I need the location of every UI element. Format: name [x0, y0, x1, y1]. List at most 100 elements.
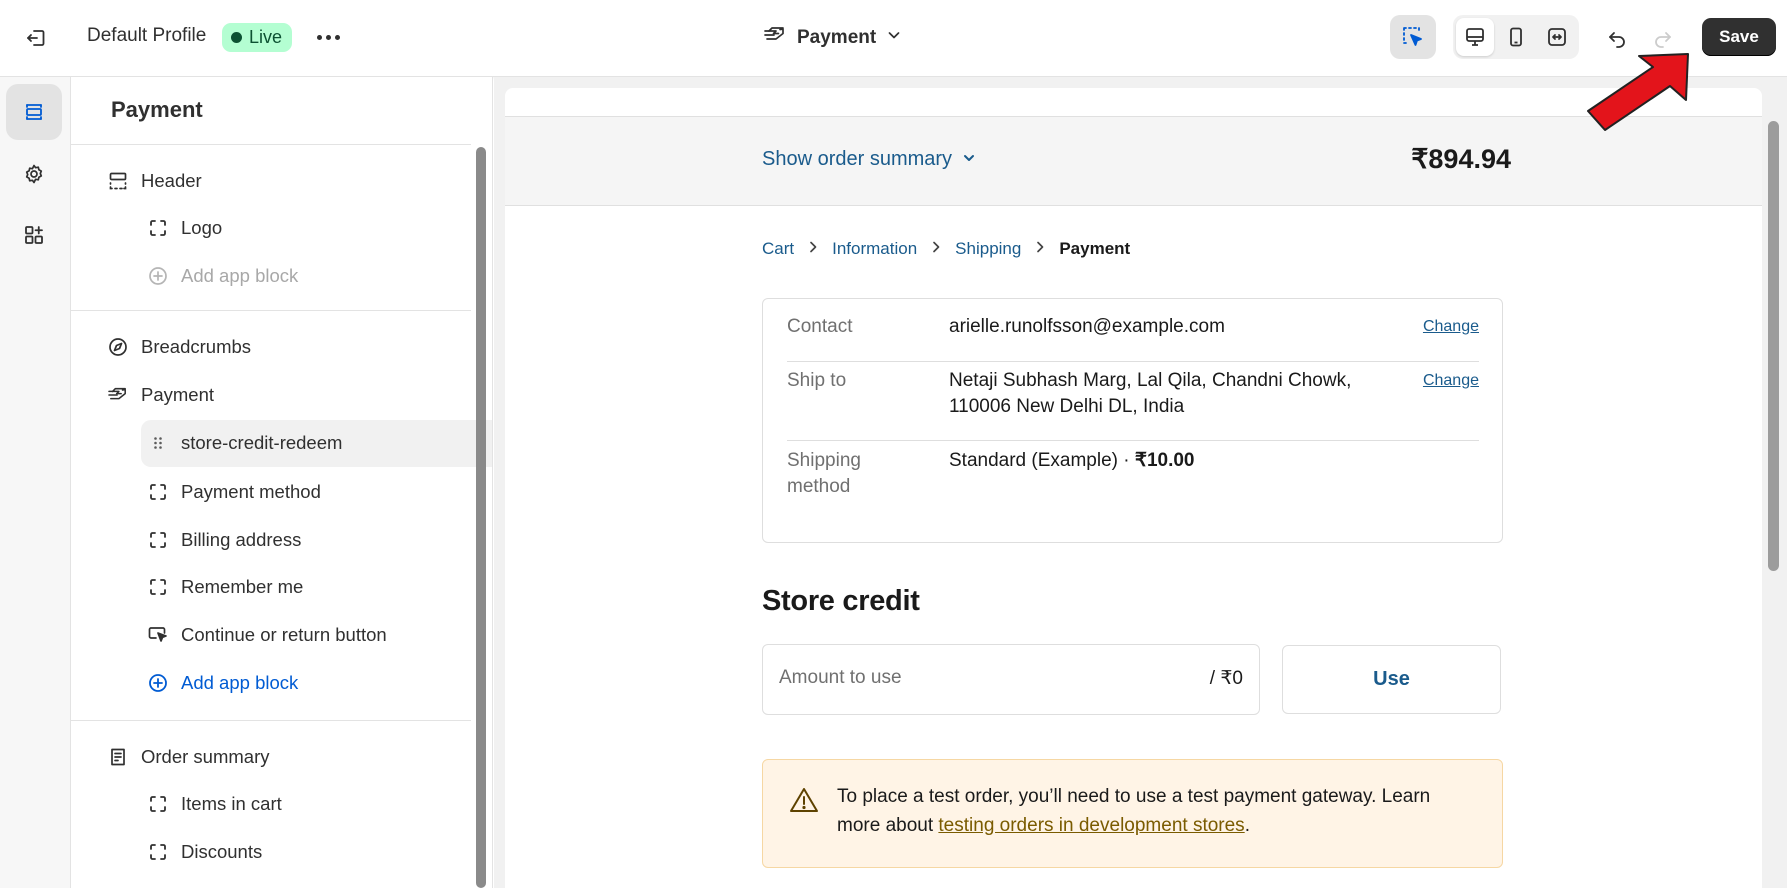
preview-scrollbar[interactable]: [1768, 121, 1779, 571]
payment-icon: [107, 384, 129, 406]
desktop-icon[interactable]: [1456, 18, 1494, 56]
warning-text-end: .: [1244, 815, 1250, 836]
page-selector-label: Payment: [797, 27, 877, 48]
shipping-method-name: Standard (Example) ·: [949, 450, 1135, 471]
plus-circle-icon: [147, 672, 169, 694]
review-label-line2: method: [787, 476, 851, 497]
payment-icon: [763, 25, 787, 51]
annotation-arrow-icon: [1587, 53, 1689, 131]
device-toggle-group: [1453, 15, 1579, 59]
sidebar-item-breadcrumbs[interactable]: Breadcrumbs: [107, 327, 251, 367]
sidebar-item-label: Billing address: [181, 529, 302, 550]
theme-profile-name: Default Profile: [87, 25, 207, 46]
block-icon: [147, 841, 169, 863]
review-label: Ship to: [787, 370, 847, 391]
sidebar-item-logo[interactable]: Logo: [147, 208, 222, 248]
page-selector[interactable]: Payment: [763, 22, 902, 54]
sidebar-item-label: Order summary: [141, 746, 270, 767]
divider: [787, 361, 1479, 362]
gear-icon[interactable]: [6, 146, 62, 202]
receipt-icon: [107, 746, 129, 768]
sections-icon[interactable]: [6, 84, 62, 140]
add-app-block-label: Add app block: [181, 672, 299, 693]
sidebar-item-remember-me[interactable]: Remember me: [147, 567, 303, 607]
sidebar-scrollbar[interactable]: [476, 147, 486, 888]
sidebar-item-continue-button[interactable]: Continue or return button: [147, 615, 387, 655]
change-contact-link[interactable]: Change: [1423, 312, 1479, 342]
sidebar-item-label: Header: [141, 170, 202, 191]
block-icon: [147, 793, 169, 815]
drag-handle-icon[interactable]: [151, 432, 165, 454]
block-icon: [147, 481, 169, 503]
mobile-icon[interactable]: [1497, 18, 1535, 56]
testing-orders-link[interactable]: testing orders in development stores: [938, 815, 1244, 836]
add-app-block-button[interactable]: Add app block: [147, 663, 298, 703]
breadcrumb-cart[interactable]: Cart: [762, 239, 794, 259]
sidebar-item-label: Payment method: [181, 481, 321, 502]
store-credit-title: Store credit: [762, 585, 920, 617]
breadcrumb-information[interactable]: Information: [832, 239, 917, 259]
sidebar-item-label: Continue or return button: [181, 624, 387, 645]
plus-circle-icon: [147, 265, 169, 287]
divider: [787, 440, 1479, 441]
order-summary-bar: Show order summary ₹894.94: [505, 116, 1762, 206]
review-row-ship-to: Ship to Netaji Subhash Marg, Lal Qila, C…: [787, 366, 1479, 426]
expand-icon[interactable]: [1538, 18, 1576, 56]
sidebar-item-order-summary[interactable]: Order summary: [107, 737, 270, 777]
review-row-shipping-method: Shipping method Standard (Example) · ₹10…: [787, 446, 1479, 506]
sidebar-item-discounts[interactable]: Discounts: [147, 832, 262, 872]
warning-icon: [789, 786, 819, 819]
more-horizontal-icon[interactable]: [313, 24, 343, 50]
chevron-right-icon: [931, 240, 941, 259]
sidebar-item-header[interactable]: Header: [107, 161, 202, 201]
breadcrumb-shipping[interactable]: Shipping: [955, 239, 1021, 259]
block-icon: [147, 217, 169, 239]
sidebar-item-items-in-cart[interactable]: Items in cart: [147, 784, 282, 824]
add-app-block-button[interactable]: Add app block: [147, 256, 298, 296]
sidebar-item-label: Logo: [181, 217, 223, 238]
sidebar-item-label: Breadcrumbs: [141, 336, 252, 357]
sidebar-item-payment-method[interactable]: Payment method: [147, 472, 321, 512]
select-cursor-icon[interactable]: [1390, 15, 1436, 59]
review-value: arielle.runolfsson@example.com: [949, 316, 1225, 337]
sidebar-item-label: Remember me: [181, 576, 304, 597]
show-order-summary-toggle[interactable]: Show order summary: [762, 148, 976, 171]
shipping-method-price: ₹10.00: [1134, 450, 1195, 471]
store-credit-amount-input[interactable]: Amount to use / ₹0: [762, 644, 1260, 715]
status-badge-label: Live: [249, 27, 283, 47]
checkout-page: Show order summary ₹894.94 Cart Informat…: [505, 88, 1762, 888]
sidebar-item-payment[interactable]: Payment: [107, 375, 214, 415]
divider: [71, 720, 471, 721]
chevron-down-icon: [962, 148, 976, 171]
store-credit-placeholder: Amount to use: [779, 667, 902, 688]
sidebar-item-label: Items in cart: [181, 793, 282, 814]
review-value-line2: 110006 New Delhi DL, India: [949, 396, 1185, 417]
breadcrumb-payment: Payment: [1059, 239, 1131, 258]
review-block: Contact arielle.runolfsson@example.com C…: [762, 298, 1503, 543]
chevron-right-icon: [1035, 240, 1045, 259]
block-icon: [147, 576, 169, 598]
review-value: Standard (Example) · ₹10.00: [949, 446, 1389, 476]
top-bar: Default Profile Live Payment Save: [0, 0, 1787, 77]
store-credit-balance: / ₹0: [1209, 668, 1243, 689]
sidebar-item-label: Discounts: [181, 841, 263, 862]
sidebar-item-billing-address[interactable]: Billing address: [147, 520, 301, 560]
change-ship-to-link[interactable]: Change: [1423, 366, 1479, 396]
apps-icon[interactable]: [6, 207, 62, 263]
sidebar-item-label: store-credit-redeem: [181, 432, 343, 453]
order-total: ₹894.94: [1411, 144, 1511, 174]
breadcrumb: Cart Information Shipping Payment: [762, 239, 1130, 259]
chevron-right-icon: [808, 240, 818, 259]
sidebar-item-store-credit-redeem-row[interactable]: store-credit-redeem: [151, 423, 342, 463]
exit-icon[interactable]: [20, 22, 52, 54]
show-order-summary-label: Show order summary: [762, 148, 953, 170]
sections-sidebar: Payment Header Logo Add app block Breadc…: [71, 77, 493, 888]
save-button[interactable]: Save: [1702, 18, 1776, 56]
status-badge: Live: [222, 23, 293, 52]
button-pointer-icon: [147, 624, 169, 646]
divider: [71, 144, 471, 145]
checkout-preview: Show order summary ₹894.94 Cart Informat…: [494, 77, 1787, 888]
block-icon: [147, 529, 169, 551]
sidebar-item-label: Payment: [141, 384, 215, 405]
use-store-credit-button[interactable]: Use: [1282, 645, 1501, 714]
